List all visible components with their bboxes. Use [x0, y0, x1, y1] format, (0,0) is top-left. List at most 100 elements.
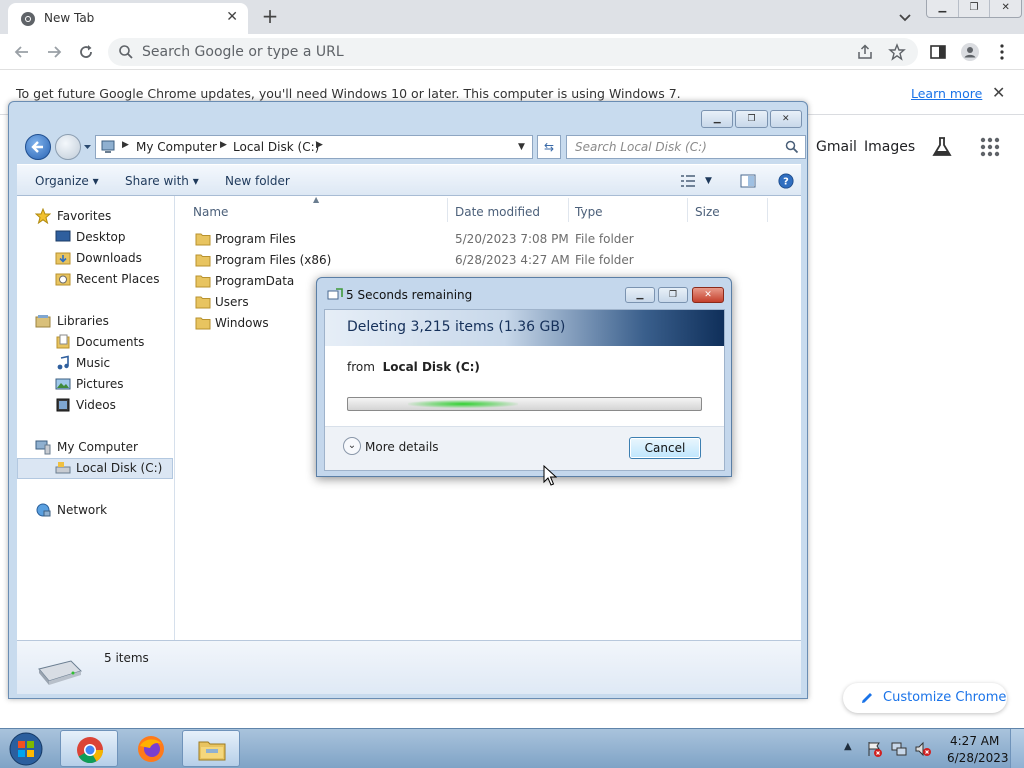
minimize-icon[interactable]: ▁: [625, 287, 655, 303]
network-tray-icon[interactable]: [890, 740, 908, 758]
libraries-icon: [35, 315, 51, 328]
taskbar-explorer[interactable]: [182, 730, 240, 767]
view-chevron-icon[interactable]: ▼: [705, 176, 712, 186]
tab-new-tab[interactable]: New Tab ✕: [8, 3, 248, 34]
column-header-date-modified[interactable]: Date modified: [455, 205, 540, 219]
start-orb-icon[interactable]: [6, 731, 46, 767]
nav-libraries[interactable]: Libraries: [17, 311, 173, 332]
svg-text:?: ?: [783, 177, 789, 188]
action-center-flag-icon[interactable]: [866, 740, 884, 758]
search-icon[interactable]: [785, 140, 799, 154]
computer-icon: [35, 440, 51, 455]
expand-chevron-icon[interactable]: ⌄: [343, 437, 361, 455]
minimize-icon[interactable]: ▁: [927, 0, 958, 17]
nav-local-disk[interactable]: Local Disk (C:): [17, 458, 173, 479]
close-icon[interactable]: ✕: [989, 0, 1021, 17]
show-desktop-button[interactable]: [1010, 729, 1024, 768]
bookmark-star-icon[interactable]: [888, 43, 906, 61]
nav-documents[interactable]: Documents: [17, 332, 173, 353]
breadcrumb-separator-icon[interactable]: ▶: [220, 140, 227, 150]
minimize-icon[interactable]: ▁: [701, 110, 734, 128]
details-pane: 5 items: [17, 640, 801, 694]
nav-favorites[interactable]: Favorites: [17, 206, 173, 227]
sort-ascending-icon: ▲: [313, 195, 320, 204]
forward-button[interactable]: [55, 134, 81, 160]
delete-progress-dialog: 5 Seconds remaining ▁ ❐ ✕ Deleting 3,215…: [316, 277, 732, 477]
restore-icon[interactable]: ❐: [658, 287, 688, 303]
tab-close-icon[interactable]: ✕: [226, 9, 238, 25]
explorer-window-controls: ▁ ❐ ✕: [701, 110, 804, 128]
column-divider[interactable]: [568, 198, 569, 222]
clock-date[interactable]: 6/28/2023: [947, 751, 1009, 765]
nav-network[interactable]: Network: [17, 500, 173, 521]
gmail-link[interactable]: Gmail: [816, 139, 857, 155]
refresh-icon[interactable]: ⇆: [537, 135, 561, 159]
share-icon[interactable]: [856, 43, 874, 61]
dialog-footer: ⌄ More details Cancel: [325, 426, 724, 470]
mouse-pointer-icon: [543, 465, 557, 486]
volume-muted-icon[interactable]: [914, 740, 932, 758]
taskbar-chrome[interactable]: [60, 730, 118, 767]
explorer-search-box[interactable]: Search Local Disk (C:): [566, 135, 806, 159]
help-icon[interactable]: ?: [777, 173, 795, 189]
nav-music[interactable]: Music: [17, 353, 173, 374]
breadcrumb-local-disk[interactable]: Local Disk (C:): [233, 140, 319, 154]
customize-chrome-button[interactable]: Customize Chrome: [843, 683, 1007, 713]
cancel-button[interactable]: Cancel: [629, 437, 701, 459]
images-link[interactable]: Images: [864, 139, 915, 155]
column-divider[interactable]: [767, 198, 768, 222]
breadcrumb-my-computer[interactable]: My Computer: [136, 140, 217, 154]
close-icon[interactable]: ✕: [769, 110, 802, 128]
address-bar[interactable]: ▶ My Computer ▶ Local Disk (C:) ▶ ▼: [95, 135, 533, 159]
nav-recent-places[interactable]: Recent Places: [17, 269, 173, 290]
reload-icon[interactable]: [76, 42, 96, 62]
taskbar-firefox[interactable]: [122, 730, 180, 767]
customize-chrome-label: Customize Chrome: [883, 690, 1007, 705]
preview-pane-icon[interactable]: [739, 173, 757, 189]
forward-arrow-icon[interactable]: [44, 42, 64, 62]
omnibox[interactable]: Search Google or type a URL: [108, 38, 918, 66]
close-icon[interactable]: ✕: [692, 287, 724, 303]
address-history-chevron-icon[interactable]: ▼: [518, 142, 525, 152]
labs-flask-icon[interactable]: [929, 134, 955, 160]
back-arrow-icon[interactable]: [12, 42, 32, 62]
column-header-size[interactable]: Size: [695, 205, 720, 219]
view-options-icon[interactable]: [679, 173, 697, 189]
column-divider[interactable]: [447, 198, 448, 222]
share-with-menu[interactable]: Share with ▾: [125, 174, 199, 188]
kebab-menu-icon[interactable]: [992, 42, 1012, 62]
explorer-folder-icon: [198, 741, 226, 761]
network-icon: [36, 503, 51, 517]
new-folder-button[interactable]: New folder: [225, 174, 290, 188]
file-row[interactable]: Program Files 5/20/2023 7:08 PM File fol…: [175, 229, 801, 250]
infobar-close-icon[interactable]: ✕: [992, 83, 1005, 102]
nav-pictures[interactable]: Pictures: [17, 374, 173, 395]
file-row[interactable]: Program Files (x86) 6/28/2023 4:27 AM Fi…: [175, 250, 801, 271]
folder-icon: [195, 317, 211, 330]
clock-time[interactable]: 4:27 AM: [950, 734, 999, 748]
nav-videos[interactable]: Videos: [17, 395, 173, 416]
firefox-logo-icon: [138, 736, 164, 762]
tab-search-chevron-icon[interactable]: [896, 8, 914, 26]
tray-overflow-icon[interactable]: ▲: [844, 741, 852, 752]
more-details-toggle[interactable]: More details: [365, 440, 439, 454]
nav-desktop[interactable]: Desktop: [17, 227, 173, 248]
delete-progress-bar: [347, 397, 702, 411]
breadcrumb-separator-icon[interactable]: ▶: [122, 140, 129, 150]
column-header-name[interactable]: Name: [193, 205, 228, 219]
recent-pages-chevron-icon[interactable]: [83, 144, 92, 151]
organize-menu[interactable]: Organize ▾: [35, 174, 99, 188]
back-button[interactable]: [25, 134, 51, 160]
nav-my-computer[interactable]: My Computer: [17, 437, 173, 458]
new-tab-plus-icon[interactable]: +: [258, 4, 282, 28]
restore-icon[interactable]: ❐: [735, 110, 768, 128]
column-divider[interactable]: [687, 198, 688, 222]
profile-avatar-icon[interactable]: [960, 42, 980, 62]
apps-grid-icon[interactable]: [977, 134, 1003, 160]
breadcrumb-separator-icon[interactable]: ▶: [316, 140, 323, 150]
column-header-type[interactable]: Type: [575, 205, 603, 219]
restore-icon[interactable]: ❐: [957, 0, 990, 17]
side-panel-icon[interactable]: [928, 42, 948, 62]
learn-more-link[interactable]: Learn more: [911, 86, 982, 101]
nav-downloads[interactable]: Downloads: [17, 248, 173, 269]
